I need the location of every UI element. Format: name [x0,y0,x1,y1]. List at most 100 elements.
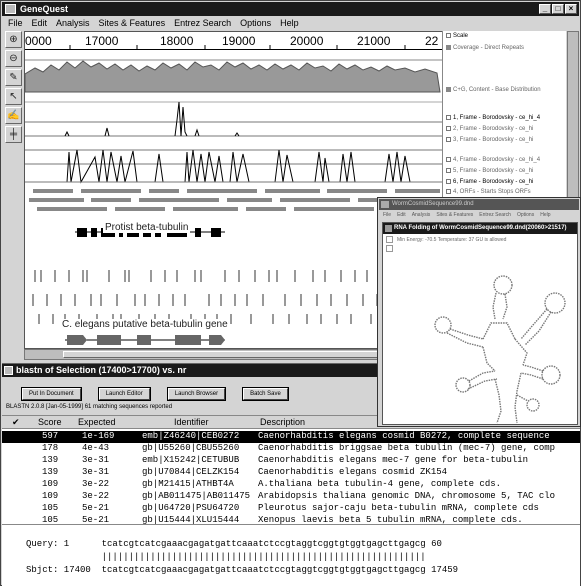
launch-editor-button[interactable]: Launch Editor [97,387,151,401]
row-identifier: gb|M21415|ATHBT4A [142,479,234,489]
row-description: Caenorhabditis briggsae beta tubulin (me… [258,443,556,453]
menu-file[interactable]: File [8,16,23,30]
square-icon [446,157,451,162]
menu-edit[interactable]: Edit [32,16,48,30]
track-item[interactable]: Coverage - Direct Repeats [446,45,524,51]
square-icon [446,115,451,120]
square-icon [446,179,451,184]
track-label: 4, Frame - Borodovsky - ce_hi_4 [453,157,541,164]
match-line: ||||||||||||||||||||||||||||||||||||||||… [26,552,426,562]
menu-entrez-search[interactable]: Entrez Search [174,16,231,30]
square-icon [446,137,451,142]
launch-browser-button[interactable]: Launch Browser [166,387,227,401]
track-item[interactable]: 5, Frame - Borodovsky - ce_hi [446,168,533,174]
row-description: Pleurotus sajor-caju beta-tubulin mRNA, … [258,503,539,513]
rna-menu-options[interactable]: Options [517,210,534,220]
pencil-icon[interactable]: ✎ [5,69,22,86]
rna-menu-edit[interactable]: Edit [397,210,406,220]
zoom-in-icon[interactable] [386,236,393,243]
track-item[interactable]: C+G, Content - Base Distribution [446,87,541,93]
row-expected: 3e-22 [82,479,110,489]
track-label: 1, Frame - Borodovsky - ce_hi_4 [453,115,541,122]
alignment-view: Query: 1 tcatcgtcatcgaaacgagatgattcaaatc… [2,524,580,586]
maximize-icon[interactable]: □ [552,4,564,14]
square-icon [446,45,451,50]
row-identifier: gb|AB011475|AB011475 [142,491,251,501]
rna-menu-entrez[interactable]: Entrez Search [479,210,511,220]
table-row[interactable]: 139 3e-31 emb|X15242|CETUBUB Caenorhabdi… [2,455,580,467]
row-score: 109 [42,479,59,489]
identifier-column-header[interactable]: Identifier [174,417,209,427]
ruler-icon[interactable]: ╪ [5,126,22,143]
row-identifier: gb|U64720|PSU64720 [142,503,240,513]
track-item[interactable]: 4, ORFs - Starts Stops ORFs [446,189,531,195]
menu-analysis[interactable]: Analysis [56,16,90,30]
menu-sites-features[interactable]: Sites & Features [99,16,166,30]
row-description: Caenorhabditis elegans mec-7 gene for be… [258,455,529,465]
menu-help[interactable]: Help [280,16,299,30]
rna-title-bar[interactable]: WormCosmidSequence99.dnd [379,199,579,210]
zoom-in-icon[interactable]: ⊕ [5,31,22,48]
protist-beta-tubulin-label: Protist beta-tubulin [103,222,191,233]
zoom-out-icon[interactable]: ⊖ [5,50,22,67]
results-table: ✔ Score Expected Identifier Description … [2,415,580,525]
app-icon [385,225,392,232]
rna-menu-bar: File Edit Analysis Sites & Features Entr… [379,210,579,220]
square-icon [446,168,451,173]
table-row[interactable]: 109 3e-22 gb|AB011475|AB011475 Arabidops… [2,491,580,503]
track-label: 5, Frame - Borodovsky - ce_hi [453,168,534,175]
track-label: C+G, Content - Base Distribution [453,87,541,94]
table-row[interactable]: 597 1e-169 emb|Z46240|CEB0272 Caenorhabd… [2,431,580,443]
put-in-document-button[interactable]: Put In Document [21,387,82,401]
score-column-header[interactable]: Score [38,417,62,427]
row-identifier: emb|X15242|CETUBUB [142,455,240,465]
rna-structure-diagram [434,275,566,424]
row-description: Arabidopsis thaliana genomic DNA, chromo… [258,491,556,501]
minimize-icon[interactable]: _ [539,4,551,14]
track-label: Scale [453,33,469,40]
close-icon[interactable]: × [565,4,577,14]
row-description: A.thaliana beta tubulin-4 gene, complete… [258,479,502,489]
track-item[interactable]: 6, Frame - Borodovsky - ce_hi [446,179,533,185]
table-row[interactable]: 109 3e-22 gb|M21415|ATHBT4A A.thaliana b… [2,479,580,491]
query-line: Query: 1 tcatcgtcatcgaaacgagatgattcaaatc… [26,539,442,549]
rna-menu-sites[interactable]: Sites & Features [436,210,473,220]
track-item[interactable]: 4, Frame - Borodovsky - ce_hi_4 [446,157,540,163]
subject-line: Sbjct: 17400 tcatcgtcatcgaaacgagatgattca… [26,565,459,575]
table-row[interactable]: 139 3e-31 gb|U70844|CELZK154 Caenorhabdi… [2,467,580,479]
track-label: 6, Frame - Borodovsky - ce_hi [453,179,534,186]
track-item[interactable]: 3, Frame - Borodovsky - ce_hi [446,137,533,143]
rna-menu-file[interactable]: File [383,210,391,220]
row-identifier: emb|Z46240|CEB0272 [142,431,240,441]
table-row[interactable]: 105 5e-21 gb|U64720|PSU64720 Pleurotus s… [2,503,580,515]
row-score: 139 [42,455,59,465]
rna-energy-info: Min Energy: -70.5 Temperature: 37 GU is … [397,237,507,243]
menu-options[interactable]: Options [240,16,271,30]
blast-title: blastn of Selection (17400>17700) vs. nr [16,365,187,375]
square-icon [446,126,451,131]
row-identifier: gb|U55260|CBU55260 [142,443,240,453]
track-item[interactable]: Scale [446,33,468,39]
row-score: 597 [42,431,59,441]
rna-fold-title: RNA Folding of WormCosmidSequence99.dnd(… [394,225,567,231]
pointer-icon[interactable]: ↖ [5,88,22,105]
marker-icon[interactable]: ✍ [5,107,22,124]
row-expected: 1e-169 [82,431,115,441]
batch-save-button[interactable]: Batch Save [242,387,289,401]
row-score: 178 [42,443,59,453]
title-bar[interactable]: GeneQuest _ □ × [2,2,579,16]
track-item[interactable]: 1, Frame - Borodovsky - ce_hi_4 [446,115,540,121]
rna-menu-analysis[interactable]: Analysis [412,210,431,220]
track-label: 3, Frame - Borodovsky - ce_hi [453,137,534,144]
table-row[interactable]: 178 4e-43 gb|U55260|CBU55260 Caenorhabdi… [2,443,580,455]
row-score: 109 [42,491,59,501]
track-item[interactable]: 2, Frame - Borodovsky - ce_hi [446,126,533,132]
blast-version: BLASTN 2.0.8 [Jan-05-1999] 61 matching s… [6,404,173,410]
expected-column-header[interactable]: Expected [78,417,116,427]
rna-fold-title-bar[interactable]: RNA Folding of WormCosmidSequence99.dnd(… [383,223,577,234]
description-column-header[interactable]: Description [260,417,305,427]
genequest-window: GeneQuest _ □ × File Edit Analysis Sites… [0,0,581,586]
check-column-header[interactable]: ✔ [12,417,20,428]
rna-menu-help[interactable]: Help [540,210,550,220]
row-expected: 4e-43 [82,443,110,453]
